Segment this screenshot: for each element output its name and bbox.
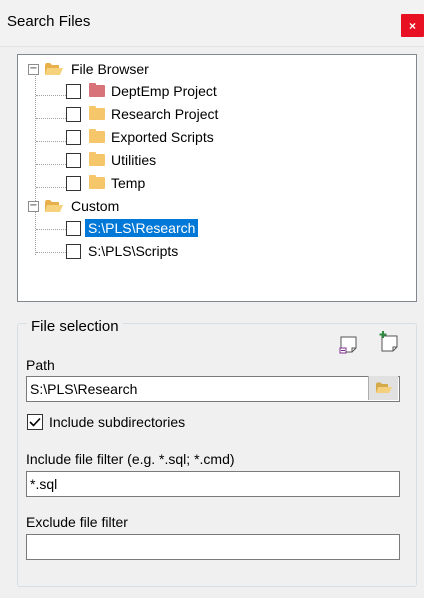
tree-connector xyxy=(36,141,66,142)
tree-item-deptemp-project[interactable]: DeptEmp Project xyxy=(66,81,217,101)
tree-item-label-selected: S:\PLS\Research xyxy=(85,219,199,237)
tree-item-checkbox[interactable] xyxy=(66,152,81,168)
close-icon: × xyxy=(408,18,416,33)
file-selection-legend: File selection xyxy=(27,318,123,335)
check-icon xyxy=(29,417,41,427)
include-subdirectories-checkbox[interactable] xyxy=(27,414,43,430)
remove-item-icon[interactable] xyxy=(338,333,360,355)
path-input[interactable]: S:\PLS\Research xyxy=(26,376,400,402)
tree-item-label: S:\PLS\Scripts xyxy=(88,243,179,259)
tree-connector xyxy=(36,164,66,165)
tree-item-checkbox[interactable] xyxy=(66,129,81,145)
tree-item-checkbox[interactable] xyxy=(66,106,81,122)
browse-folder-button[interactable] xyxy=(368,376,398,400)
folder-icon xyxy=(89,152,105,166)
tree-item-label: Research Project xyxy=(111,106,219,122)
tree-item-pls-scripts[interactable]: S:\PLS\Scripts xyxy=(66,241,181,261)
folder-icon xyxy=(89,175,105,189)
tree-item-utilities[interactable]: Utilities xyxy=(66,150,156,170)
tree-item-label: Utilities xyxy=(111,152,157,168)
path-label: Path xyxy=(26,357,55,373)
tree-item-pls-research[interactable]: S:\PLS\Research xyxy=(66,218,199,238)
tree-connector xyxy=(36,118,66,119)
include-filter-label: Include file filter (e.g. *.sql; *.cmd) xyxy=(26,451,235,467)
tree-connector xyxy=(35,210,36,255)
tree-item-checkbox[interactable] xyxy=(66,220,81,236)
tree-connector xyxy=(36,187,66,188)
tree-connector xyxy=(36,252,66,253)
tree-connector xyxy=(35,73,36,203)
exclude-filter-input[interactable] xyxy=(26,534,400,560)
tree-item-checkbox[interactable] xyxy=(66,243,81,259)
close-button[interactable]: × xyxy=(401,14,424,37)
include-filter-input[interactable]: *.sql xyxy=(26,471,400,497)
tree-item-checkbox[interactable] xyxy=(66,175,81,191)
tree-item-checkbox[interactable] xyxy=(66,83,81,99)
collapse-icon[interactable]: − xyxy=(28,200,39,212)
tree-group-label: File Browser xyxy=(71,61,149,77)
tree-group-file-browser[interactable]: − File Browser xyxy=(28,59,149,79)
tree-item-label: Temp xyxy=(111,175,146,191)
folder-icon xyxy=(89,129,105,143)
title-bar: Search Files × xyxy=(0,0,424,47)
folder-icon xyxy=(89,83,105,97)
tree-item-label: Exported Scripts xyxy=(111,129,214,145)
tree-item-research-project[interactable]: Research Project xyxy=(66,104,218,124)
folder-icon xyxy=(89,106,105,120)
tree-group-label: Custom xyxy=(71,198,120,214)
window-title: Search Files xyxy=(7,13,91,30)
tree-connector xyxy=(36,229,66,230)
tree-item-label: DeptEmp Project xyxy=(111,83,217,99)
collapse-icon[interactable]: − xyxy=(28,63,39,75)
tree-connector xyxy=(36,95,66,96)
folder-open-icon xyxy=(45,62,63,75)
exclude-filter-label: Exclude file filter xyxy=(26,514,128,530)
include-subdirectories-option[interactable]: Include subdirectories xyxy=(27,414,185,430)
add-item-icon[interactable] xyxy=(378,330,400,352)
browse-folder-icon xyxy=(375,382,392,393)
folder-open-icon xyxy=(45,199,63,212)
tree-group-custom[interactable]: − Custom xyxy=(28,196,119,216)
tree-item-exported-scripts[interactable]: Exported Scripts xyxy=(66,127,214,147)
folder-tree[interactable]: − File Browser DeptEmp Project Research … xyxy=(17,54,417,302)
tree-item-temp[interactable]: Temp xyxy=(66,173,145,193)
include-subdirectories-label: Include subdirectories xyxy=(49,414,186,430)
